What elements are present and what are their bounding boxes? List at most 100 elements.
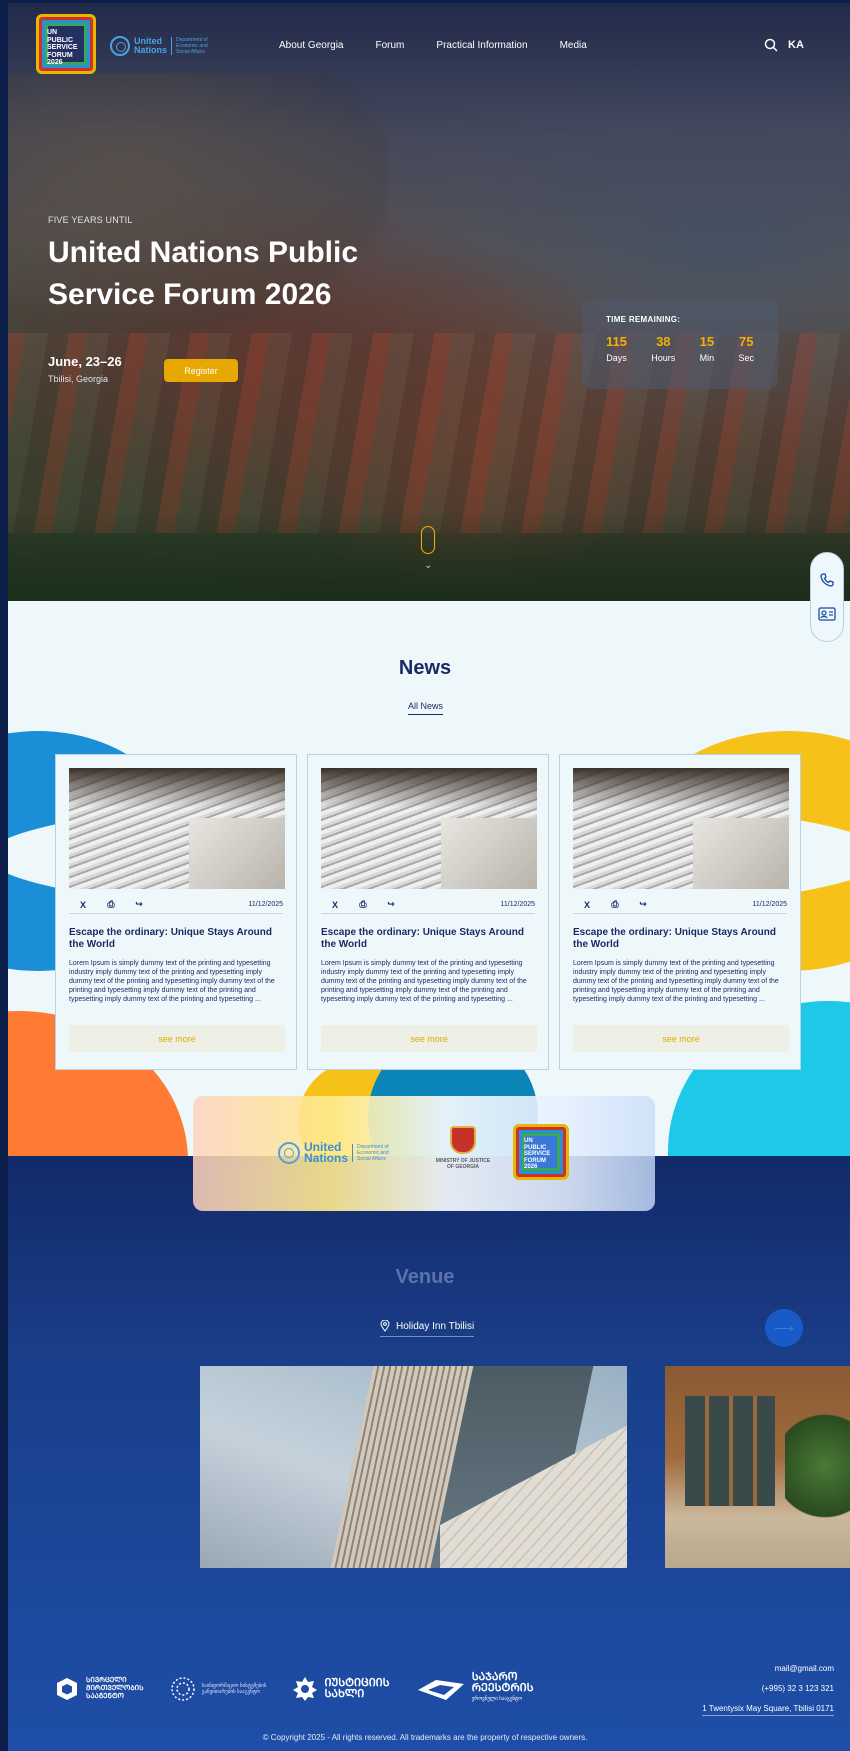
share-icon[interactable]: ↪ — [377, 899, 405, 910]
countdown-value: 15 — [699, 334, 715, 349]
venue-photo-tower[interactable] — [200, 1366, 627, 1568]
footer-logo-line: განვითარების სააგენტო — [201, 1688, 260, 1695]
news-card-meta: X ⎙ ↪ 11/12/2025 — [321, 896, 535, 914]
countdown-unit: Hours — [651, 353, 676, 363]
news-card-title[interactable]: Escape the ordinary: Unique Stays Around… — [573, 927, 787, 951]
share-icon[interactable]: ↪ — [629, 899, 657, 910]
footer-logo-line: ᲡᲘᲕᲠᲪᲔᲚᲘ — [86, 1676, 127, 1684]
news-card-date: 11/12/2025 — [248, 901, 283, 908]
news-card-body: Lorem Ipsum is simply dummy text of the … — [321, 960, 527, 1003]
nav-item-media[interactable]: Media — [560, 40, 587, 51]
countdown-seconds: 75 Sec — [738, 334, 754, 363]
justice-house-logo-icon — [293, 1676, 318, 1701]
copyright: © Copyright 2025 - All rights reserved. … — [0, 1733, 850, 1742]
un-desa-logo[interactable]: United Nations Department of Economic an… — [110, 36, 208, 56]
footer-address[interactable]: 1 Twentysix May Square, Tbilisi 0171 — [702, 1704, 834, 1716]
footer-logo-line: ᲛᲘᲠᲗᲕᲔᲚᲝᲑᲘᲡ — [86, 1684, 144, 1692]
register-button[interactable]: Register — [164, 359, 238, 382]
photo-terrace-windows — [685, 1396, 775, 1506]
share-x-icon[interactable]: X — [69, 900, 97, 910]
news-card-body: Lorem Ipsum is simply dummy text of the … — [69, 960, 275, 1003]
partner-forum-logo[interactable]: UN PUBLIC SERVICE FORUM 2026 — [513, 1124, 569, 1180]
location-pin-icon — [380, 1320, 390, 1332]
logo-line: 2026 — [47, 59, 63, 66]
un-emblem-icon — [110, 36, 130, 56]
main-nav: About Georgia Forum Practical Informatio… — [279, 40, 587, 51]
event-date: June, 23–26 — [48, 354, 122, 369]
news-card-image[interactable] — [69, 768, 285, 889]
public-registry-logo-icon — [417, 1679, 464, 1700]
news-card-title[interactable]: Escape the ordinary: Unique Stays Around… — [321, 927, 535, 951]
footer-logo-text: საინფორმაციო სისტემების განვითარების საა… — [202, 1683, 267, 1695]
footer-email-link[interactable]: mail@gmail.com — [775, 1664, 834, 1673]
countdown-unit: Sec — [738, 353, 754, 363]
contact-card-icon[interactable] — [818, 605, 836, 623]
footer-logo-info-systems-agency[interactable]: საინფორმაციო სისტემების განვითარების საა… — [170, 1676, 267, 1702]
news-card-image[interactable] — [321, 768, 537, 889]
print-icon[interactable]: ⎙ — [601, 899, 629, 910]
un-dept-line: Social Affairs — [357, 1156, 386, 1162]
print-icon[interactable]: ⎙ — [349, 899, 377, 910]
nav-item-practical-information[interactable]: Practical Information — [436, 40, 527, 51]
un-dept-line: Social Affairs — [176, 49, 205, 55]
logo-line: FORUM — [47, 51, 73, 59]
partners-strip: United Nations Department of Economic an… — [193, 1096, 655, 1211]
share-x-icon[interactable]: X — [321, 900, 349, 910]
venue-photo-terrace[interactable] — [665, 1366, 850, 1568]
copyright-icon: © — [262, 1733, 269, 1742]
forum-logo[interactable]: UN PUBLIC SERVICE FORUM 2026 — [36, 14, 96, 74]
countdown-unit: Min — [699, 353, 715, 363]
see-more-button[interactable]: see more — [573, 1025, 789, 1052]
countdown-value: 38 — [656, 334, 671, 349]
un-dept: Department of Economic and Social Affair… — [171, 37, 208, 55]
countdown-value: 115 — [606, 334, 627, 349]
share-icon[interactable]: ↪ — [125, 899, 153, 910]
news-card-meta: X ⎙ ↪ 11/12/2025 — [69, 896, 283, 914]
un-name: United Nations — [134, 37, 167, 55]
countdown-hours: 38 Hours — [651, 334, 675, 363]
footer-logo-justice-house[interactable]: ᲘᲣᲡᲢᲘᲪᲘᲘᲡ ᲡᲐᲮᲚᲘ — [292, 1676, 390, 1702]
news-title: News — [398, 657, 452, 679]
info-systems-logo-icon — [170, 1676, 195, 1701]
footer-logo-line: ᲡᲐᲮᲚᲘ — [324, 1687, 365, 1700]
footer-logo-civil-registry[interactable]: ᲡᲘᲕᲠᲪᲔᲚᲘ ᲛᲘᲠᲗᲕᲔᲚᲝᲑᲘᲡ ᲡᲐᲐᲒᲔᲜᲢᲝ — [54, 1676, 144, 1702]
countdown-minutes: 15 Min — [700, 334, 715, 363]
phone-icon[interactable] — [818, 571, 836, 589]
all-news-link[interactable]: All News — [408, 701, 444, 715]
share-x-icon[interactable]: X — [573, 900, 601, 910]
hero-title: United Nations Public Service Forum 2026 — [48, 236, 359, 311]
chevron-down-icon[interactable]: ⌄ — [424, 560, 432, 571]
arrow-right-icon: ⟶ — [773, 1319, 795, 1336]
footer-logo-line: ᲠᲔᲔᲡᲢᲠᲘᲡ — [471, 1682, 534, 1694]
print-icon[interactable]: ⎙ — [97, 899, 125, 910]
see-more-button[interactable]: see more — [69, 1025, 285, 1052]
footer-logo-public-registry[interactable]: ᲡᲐᲯᲐᲠᲝ ᲠᲔᲔᲡᲢᲠᲘᲡ ეროვნული სააგენტო — [416, 1672, 534, 1705]
footer-logo-text: ᲡᲘᲕᲠᲪᲔᲚᲘ ᲛᲘᲠᲗᲕᲔᲚᲝᲑᲘᲡ ᲡᲐᲐᲒᲔᲜᲢᲝ — [86, 1677, 144, 1701]
civil-registry-logo-icon — [57, 1677, 77, 1700]
search-icon[interactable] — [764, 38, 778, 52]
countdown-unit: Days — [606, 353, 627, 363]
footer-logo-text: ᲡᲐᲯᲐᲠᲝ ᲠᲔᲔᲡᲢᲠᲘᲡ ეროვნული სააგენტო — [472, 1672, 534, 1705]
scroll-mouse-icon[interactable] — [421, 526, 435, 554]
logo-line: PUBLIC — [47, 36, 74, 44]
news-card-image[interactable] — [573, 768, 789, 889]
moj-name: MINISTRY OF JUSTICE OF GEORGIA — [418, 1158, 508, 1170]
venue-location[interactable]: Holiday Inn Tbilisi — [380, 1320, 475, 1337]
logo-line: UN — [47, 29, 58, 36]
see-more-button[interactable]: see more — [321, 1025, 537, 1052]
news-card: X ⎙ ↪ 11/12/2025 Escape the ordinary: Un… — [307, 754, 549, 1070]
hero-photo-trees — [8, 511, 850, 601]
footer-phone-link[interactable]: (+995) 32 3 123 321 — [762, 1684, 834, 1693]
footer-logo-line: ეროვნული სააგენტო — [471, 1696, 523, 1702]
news-card-title[interactable]: Escape the ordinary: Unique Stays Around… — [69, 927, 283, 951]
nav-item-forum[interactable]: Forum — [376, 40, 405, 51]
georgia-crest-icon — [450, 1126, 476, 1154]
language-switch[interactable]: KA — [788, 39, 804, 51]
footer-logo-line: ᲡᲐᲐᲒᲔᲜᲢᲝ — [86, 1692, 124, 1700]
carousel-next-button[interactable]: ⟶ — [765, 1309, 803, 1347]
partner-ministry-of-justice-logo[interactable]: MINISTRY OF JUSTICE OF GEORGIA — [418, 1126, 508, 1170]
nav-item-about-georgia[interactable]: About Georgia — [279, 40, 344, 51]
news-card: X ⎙ ↪ 11/12/2025 Escape the ordinary: Un… — [559, 754, 801, 1070]
partner-un-desa-logo[interactable]: United Nations Department of Economic an… — [278, 1141, 389, 1164]
logo-line: SERVICE — [47, 44, 78, 51]
